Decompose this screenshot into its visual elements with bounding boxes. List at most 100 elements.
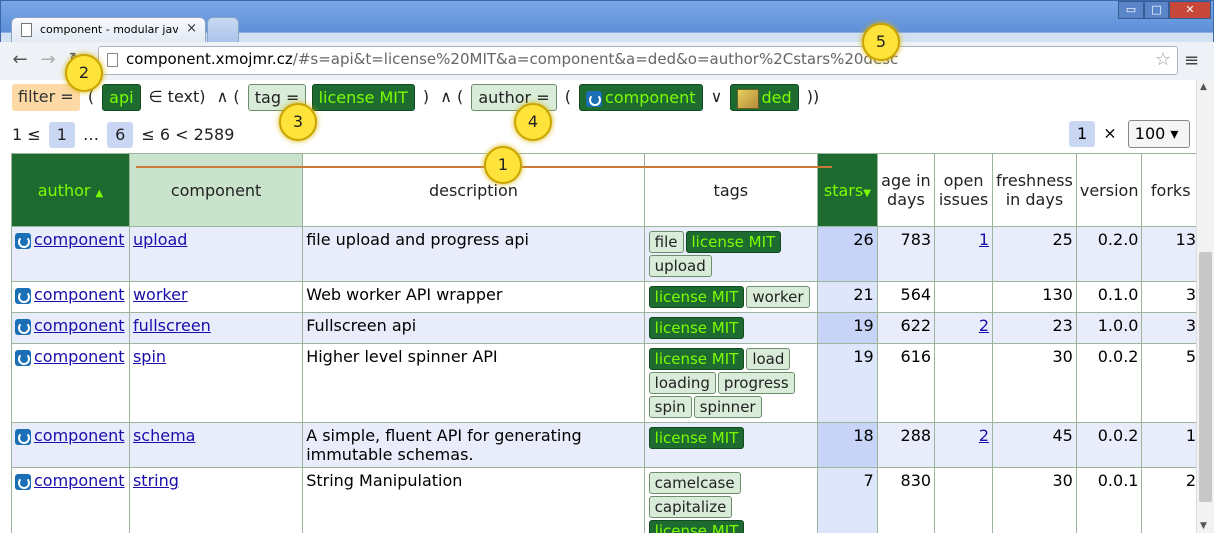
column-header-age[interactable]: age in days <box>876 153 936 227</box>
in-text-label: ∈ text) <box>148 87 206 106</box>
author-chip-ded[interactable]: ded <box>730 84 799 111</box>
author-chip-component[interactable]: component <box>579 84 703 111</box>
pagination: 1 ≤ 1 … 6 ≤ 6 < 2589 <box>12 122 234 148</box>
tag-chip[interactable]: license MIT <box>648 286 745 308</box>
stars-cell: 26 <box>817 226 878 282</box>
table-row: component worker Web worker API wrapper lic… <box>11 281 1200 313</box>
or-operator: ∨ <box>710 87 723 106</box>
component-cell: string <box>128 467 304 533</box>
tag-chip[interactable]: file <box>648 231 684 253</box>
bookmark-star-icon[interactable]: ☆ <box>1155 49 1171 70</box>
tab-close-icon[interactable]: × <box>186 21 197 36</box>
component-link[interactable]: worker <box>133 285 188 304</box>
issues-link[interactable]: 1 <box>979 230 989 249</box>
component-link[interactable]: schema <box>133 426 196 445</box>
column-header-version[interactable]: version <box>1075 153 1143 227</box>
tag-chip[interactable]: license MIT <box>648 317 745 339</box>
filter-expression: filter = ( api ∈ text) ∧ ( tag = license… <box>12 84 822 111</box>
issues-link[interactable]: 2 <box>979 316 989 335</box>
per-page-value: 100 <box>1134 124 1166 143</box>
stars-cell: 7 <box>817 467 878 533</box>
forks-cell: 13 <box>1141 226 1200 282</box>
tag-chip[interactable]: load <box>746 348 791 370</box>
tag-chip[interactable]: capitalize <box>648 496 733 518</box>
author-link[interactable]: component <box>34 471 125 490</box>
tag-chip[interactable]: worker <box>746 286 810 308</box>
back-arrow-icon[interactable]: ← <box>8 49 32 73</box>
tag-chip[interactable]: license MIT <box>685 231 782 253</box>
minimize-button[interactable]: ▭ <box>1118 1 1144 19</box>
chevron-down-icon: ▾ <box>1170 124 1179 143</box>
tag-chip[interactable]: progress <box>717 372 795 394</box>
stars-cell: 18 <box>817 422 878 468</box>
issues-link[interactable]: 2 <box>979 426 989 445</box>
tag-chip[interactable]: license MIT <box>648 427 745 449</box>
description-cell: A simple, fluent API for generating immu… <box>302 422 645 468</box>
component-logo-icon <box>15 473 31 490</box>
new-tab-button[interactable] <box>207 17 239 43</box>
component-link[interactable]: spin <box>133 347 166 366</box>
times-sign: × <box>1103 123 1117 143</box>
search-term-chip[interactable]: api <box>102 84 141 111</box>
column-header-tags[interactable]: tags <box>643 153 819 227</box>
paren-open: ( <box>564 87 571 106</box>
tag-chip[interactable]: license MIT <box>648 348 745 370</box>
page-icon <box>107 53 118 67</box>
url-text[interactable]: component.xmojmr.cz/#s=api&t=license%20M… <box>126 50 898 68</box>
tags-cell: file license MITupload <box>643 226 819 282</box>
column-header-forks[interactable]: forks <box>1141 153 1200 227</box>
forward-arrow-icon[interactable]: → <box>36 49 60 73</box>
author-link[interactable]: component <box>34 347 125 366</box>
maximize-button[interactable]: □ <box>1144 1 1169 19</box>
callout-1: 1 <box>484 146 522 184</box>
forks-cell: 2 <box>1141 467 1200 533</box>
tags-cell: license MIT worker <box>643 281 819 313</box>
component-link[interactable]: string <box>133 471 179 490</box>
author-link[interactable]: component <box>34 426 125 445</box>
freshness-cell: 25 <box>992 226 1077 282</box>
tag-chip[interactable]: upload <box>648 255 712 277</box>
vertical-scrollbar[interactable]: ▲ ▼ <box>1196 80 1214 533</box>
author-link[interactable]: component <box>34 316 125 335</box>
age-cell: 288 <box>876 422 936 468</box>
component-logo-icon <box>586 90 603 107</box>
page-first-button[interactable]: 1 <box>48 122 75 148</box>
columns-count-button[interactable]: 1 <box>1069 120 1096 147</box>
table-row: component spin Higher level spinner API lic… <box>11 343 1200 423</box>
menu-icon[interactable]: ≡ <box>1184 50 1199 71</box>
scroll-down-icon[interactable]: ▼ <box>1200 521 1207 531</box>
address-bar[interactable]: component.xmojmr.cz/#s=api&t=license%20M… <box>98 46 1178 75</box>
column-header-component[interactable]: component <box>128 153 304 227</box>
tag-chip[interactable]: camelcase <box>648 472 741 494</box>
scroll-thumb[interactable] <box>1199 252 1212 502</box>
author-link[interactable]: component <box>34 230 125 249</box>
header-label: author <box>37 180 91 200</box>
per-page-select[interactable]: 100 ▾ <box>1127 120 1190 148</box>
browser-toolbar: ← → ↻ component.xmojmr.cz/#s=api&t=licen… <box>0 42 1214 80</box>
column-header-description[interactable]: description <box>302 153 645 227</box>
column-header-stars[interactable]: stars▼ <box>817 153 878 227</box>
version-cell: 0.0.1 <box>1075 467 1143 533</box>
author-link[interactable]: component <box>34 285 125 304</box>
component-link[interactable]: upload <box>133 230 188 249</box>
description-cell: file upload and progress api <box>302 226 645 282</box>
page-last-button[interactable]: 6 <box>107 122 134 148</box>
browser-tab[interactable]: component - modular javasc × <box>11 17 206 43</box>
tag-chip[interactable]: loading <box>648 372 716 394</box>
tag-chip[interactable]: license MIT <box>648 520 745 533</box>
table-row: component string String Manipulation camelc… <box>11 467 1200 533</box>
table-row: component fullscreen Fullscreen api license… <box>11 312 1200 344</box>
column-header-issues[interactable]: open issues <box>934 153 994 227</box>
tag-filter-value[interactable]: license MIT <box>311 84 415 111</box>
component-link[interactable]: fullscreen <box>133 316 211 335</box>
close-window-button[interactable]: ✕ <box>1169 1 1211 19</box>
column-header-author[interactable]: author ▲ <box>11 153 130 227</box>
component-cell: upload <box>128 226 304 282</box>
issues-cell: 1 <box>934 226 994 282</box>
description-cell: Higher level spinner API <box>302 343 645 423</box>
scroll-up-icon[interactable]: ▲ <box>1200 82 1207 92</box>
author-cell: component <box>11 422 130 468</box>
tag-chip[interactable]: spinner <box>693 396 762 418</box>
tag-chip[interactable]: spin <box>648 396 692 418</box>
column-header-freshness[interactable]: freshness in days <box>992 153 1077 227</box>
